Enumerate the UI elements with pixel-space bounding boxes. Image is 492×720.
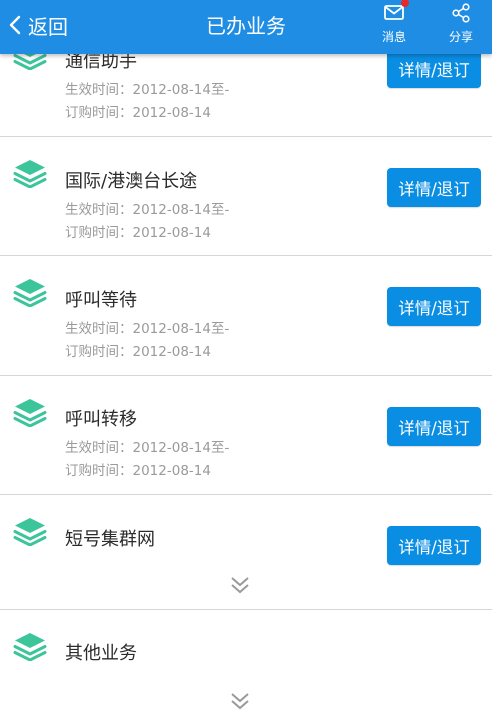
order-time: 订购时间：2012-08-14 [65,225,211,241]
layers-icon [13,160,47,188]
chevron-double-down-icon[interactable] [229,690,251,712]
list-item[interactable]: 短号集群网 详情/退订 [0,495,492,610]
share-button[interactable]: 分享 [436,0,486,54]
message-label: 消息 [381,30,406,44]
list-item: 呼叫等待 生效时间：2012-08-14至- 订购时间：2012-08-14 详… [0,256,492,376]
list-item[interactable]: 其他业务 [0,610,492,720]
top-nav-bar: 返回 已办业务 消息 分享 [0,0,492,54]
effective-time: 生效时间：2012-08-14至- [65,202,230,218]
service-list: 通信助手 生效时间：2012-08-14至- 订购时间：2012-08-14 详… [0,0,492,720]
message-button[interactable]: 消息 [369,0,419,54]
detail-unsubscribe-button[interactable]: 详情/退订 [387,526,481,565]
detail-unsubscribe-button[interactable]: 详情/退订 [387,168,481,207]
back-label: 返回 [28,14,68,39]
service-name: 呼叫转移 [65,409,137,430]
effective-time: 生效时间：2012-08-14至- [65,82,230,98]
order-time: 订购时间：2012-08-14 [65,105,211,121]
detail-unsubscribe-button[interactable]: 详情/退订 [387,287,481,326]
list-item: 呼叫转移 生效时间：2012-08-14至- 订购时间：2012-08-14 详… [0,376,492,495]
chevron-left-icon [9,15,21,35]
share-icon [452,3,470,23]
effective-time: 生效时间：2012-08-14至- [65,440,230,456]
layers-icon [13,399,47,427]
share-label: 分享 [448,30,473,44]
order-time: 订购时间：2012-08-14 [65,463,211,479]
service-name: 其他业务 [65,643,137,664]
layers-icon [13,518,47,546]
service-name: 短号集群网 [65,529,155,550]
service-name: 呼叫等待 [65,290,137,311]
detail-unsubscribe-button[interactable]: 详情/退订 [387,49,481,88]
service-name: 国际/港澳台长途 [65,171,198,192]
notification-dot [401,0,409,7]
chevron-double-down-icon[interactable] [229,574,251,596]
order-time: 订购时间：2012-08-14 [65,344,211,360]
layers-icon [13,279,47,307]
layers-icon [13,633,47,661]
detail-unsubscribe-button[interactable]: 详情/退订 [387,407,481,446]
effective-time: 生效时间：2012-08-14至- [65,321,230,337]
list-item: 国际/港澳台长途 生效时间：2012-08-14至- 订购时间：2012-08-… [0,137,492,256]
back-button[interactable]: 返回 [8,10,68,40]
